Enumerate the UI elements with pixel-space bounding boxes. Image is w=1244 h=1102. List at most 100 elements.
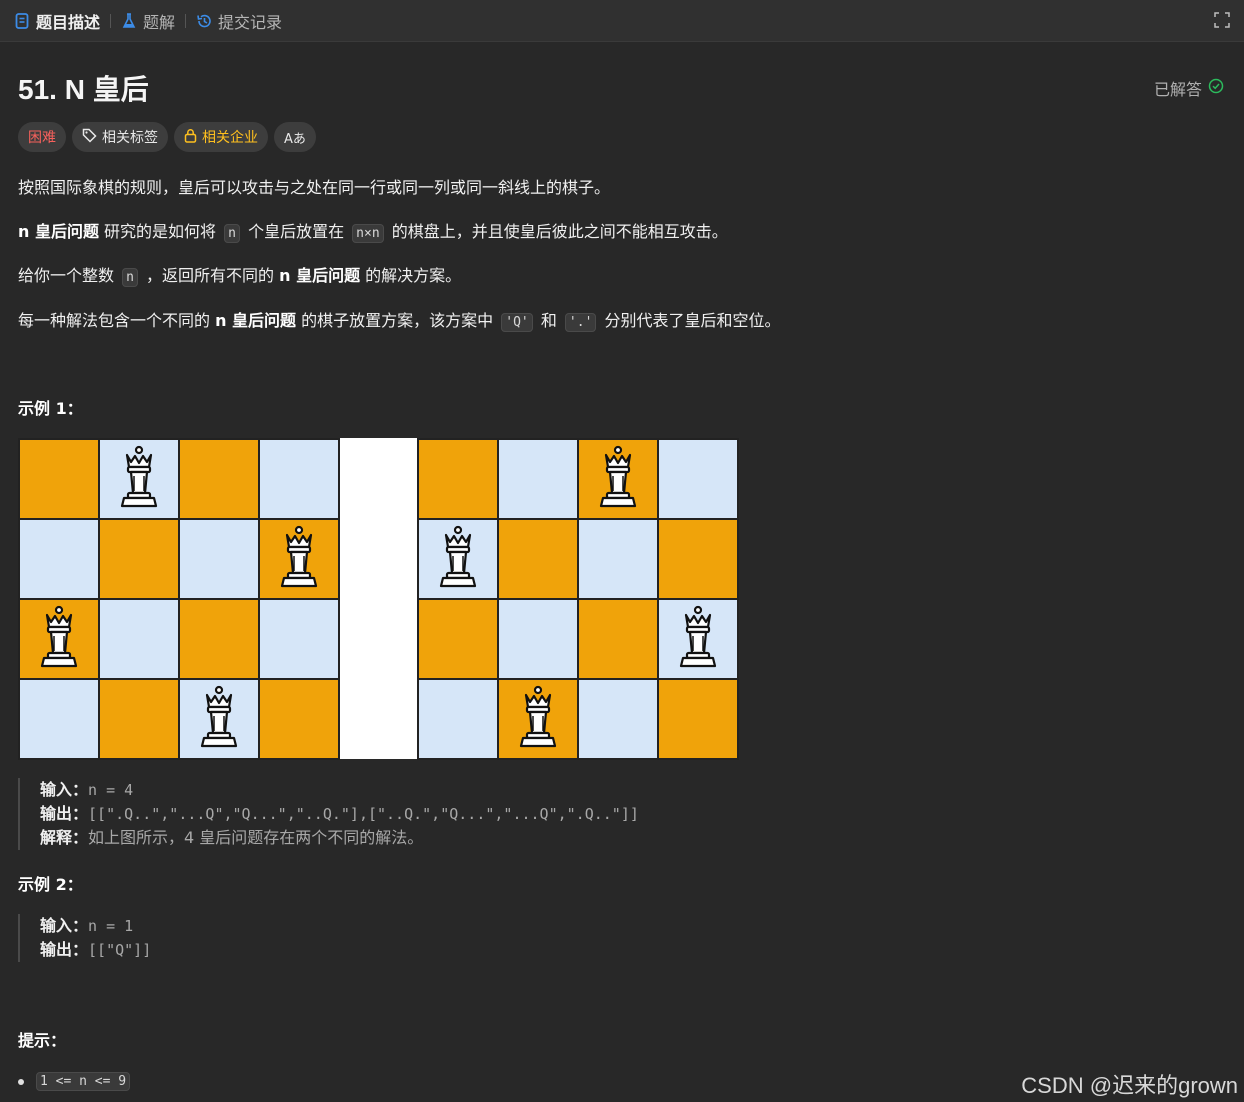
- difficulty-badge: 困难: [18, 122, 66, 152]
- text: 个皇后放置在: [242, 222, 350, 241]
- text: 的棋盘上，并且使皇后彼此之间不能相互攻击。: [386, 222, 728, 241]
- board-square: [179, 519, 259, 599]
- queen-icon: [596, 445, 640, 513]
- inline-code: '.': [564, 313, 597, 332]
- example-1-image: [18, 438, 739, 760]
- check-circle-icon: [1208, 78, 1224, 98]
- fullscreen-icon[interactable]: [1214, 12, 1230, 28]
- inline-code: n×n: [352, 224, 384, 243]
- tab-solutions[interactable]: 题解: [121, 0, 175, 42]
- text: 给你一个整数: [18, 266, 120, 285]
- tag-icon: [82, 128, 97, 147]
- input-label: 输入：: [40, 780, 89, 799]
- lock-icon: [184, 128, 197, 147]
- related-tags-button[interactable]: 相关标签: [72, 122, 168, 152]
- description-paragraph-4: 每一种解法包含一个不同的 n 皇后问题 的棋子放置方案，该方案中 'Q' 和 '…: [18, 307, 781, 332]
- board-square: [578, 599, 658, 679]
- solved-label: 已解答: [1153, 80, 1202, 99]
- constraint-code: 1 <= n <= 9: [36, 1072, 131, 1091]
- related-tags-label: 相关标签: [102, 130, 158, 146]
- related-companies-label: 相关企业: [202, 130, 258, 146]
- text: 分别代表了皇后和空位。: [599, 311, 781, 330]
- board-square: [658, 679, 738, 759]
- chessboard-solution-1: [18, 438, 340, 760]
- text: 每一种解法包含一个不同的: [18, 311, 216, 330]
- board-square: [498, 599, 578, 679]
- board-square: [578, 679, 658, 759]
- description-paragraph-3: 给你一个整数 n ，返回所有不同的 n 皇后问题 的解决方案。: [18, 262, 461, 287]
- tab-solutions-label: 题解: [143, 12, 176, 32]
- text: 和: [535, 311, 562, 330]
- bold-term: n 皇后问题: [279, 266, 361, 285]
- board-square: [259, 439, 339, 519]
- board-square: [259, 599, 339, 679]
- translate-button[interactable]: Aあ: [274, 122, 316, 152]
- bold-term: n 皇后问题: [215, 311, 297, 330]
- output-value: [["Q"]]: [88, 941, 152, 959]
- text: ，返回所有不同的: [140, 266, 280, 285]
- tab-bar: 题目描述 题解 提交记录: [0, 0, 1244, 42]
- board-square: [418, 519, 498, 599]
- board-square: [658, 599, 738, 679]
- constraints-heading: 提示：: [18, 1031, 67, 1050]
- board-square: [179, 679, 259, 759]
- example-2-heading: 示例 2：: [18, 875, 83, 894]
- bullet-dot: [18, 1078, 24, 1085]
- board-square: [99, 519, 179, 599]
- board-square: [259, 679, 339, 759]
- output-label: 输出：: [40, 804, 89, 823]
- output-value: [[".Q..","...Q","Q...","..Q."],["..Q.","…: [88, 805, 639, 823]
- tab-description-label: 题目描述: [36, 12, 101, 32]
- input-label: 输入：: [40, 916, 89, 935]
- flask-icon: [121, 12, 137, 29]
- translate-icon: Aあ: [284, 131, 306, 147]
- example-2-block: 输入：n = 1 输出：[["Q"]]: [18, 914, 151, 962]
- bold-term: n 皇后问题: [18, 222, 99, 241]
- board-square: [19, 679, 99, 759]
- text: 研究的是如何将: [98, 222, 222, 241]
- constraint-item: 1 <= n <= 9: [18, 1072, 131, 1091]
- input-value: n = 4: [88, 781, 134, 799]
- description-paragraph-2: n 皇后问题 研究的是如何将 n 个皇后放置在 n×n 的棋盘上，并且使皇后彼此…: [18, 218, 728, 243]
- board-square: [498, 439, 578, 519]
- board-square: [418, 439, 498, 519]
- board-square: [658, 519, 738, 599]
- board-square: [418, 679, 498, 759]
- chessboard-solution-2: [417, 438, 739, 760]
- inline-code: n: [224, 224, 240, 243]
- board-square: [259, 519, 339, 599]
- queen-icon: [516, 685, 560, 753]
- explanation-label: 解释：: [40, 828, 89, 847]
- board-square: [498, 519, 578, 599]
- tab-submissions-label: 提交记录: [218, 12, 283, 32]
- explanation-value: 如上图所示，4 皇后问题存在两个不同的解法。: [88, 828, 424, 847]
- board-square: [99, 439, 179, 519]
- board-square: [578, 519, 658, 599]
- tab-divider: [110, 13, 112, 28]
- queen-icon: [277, 525, 321, 593]
- text: 的棋子放置方案，该方案中: [296, 311, 499, 330]
- queen-icon: [436, 525, 480, 593]
- board-square: [418, 599, 498, 679]
- example-1-block: 输入：n = 4 输出：[[".Q..","...Q","Q...","..Q.…: [18, 778, 639, 850]
- problem-title: 51. N 皇后: [18, 74, 149, 105]
- document-icon: [14, 12, 30, 29]
- queen-icon: [37, 605, 81, 673]
- queen-icon: [676, 605, 720, 673]
- tab-submissions[interactable]: 提交记录: [196, 0, 282, 42]
- history-icon: [196, 13, 212, 29]
- watermark: CSDN @迟来的grown: [1021, 1073, 1238, 1098]
- board-square: [179, 439, 259, 519]
- inline-code: n: [122, 268, 138, 287]
- related-companies-button[interactable]: 相关企业: [174, 122, 268, 152]
- solved-status: 已解答: [1154, 76, 1224, 100]
- board-square: [179, 599, 259, 679]
- input-value: n = 1: [88, 917, 134, 935]
- queen-icon: [197, 685, 241, 753]
- tab-description[interactable]: 题目描述: [14, 0, 100, 42]
- tag-row: 困难 相关标签 相关企业 Aあ: [18, 122, 316, 152]
- board-square: [99, 599, 179, 679]
- description-paragraph-1: 按照国际象棋的规则，皇后可以攻击与之处在同一行或同一列或同一斜线上的棋子。: [18, 178, 611, 197]
- output-label: 输出：: [40, 940, 89, 959]
- board-square: [19, 519, 99, 599]
